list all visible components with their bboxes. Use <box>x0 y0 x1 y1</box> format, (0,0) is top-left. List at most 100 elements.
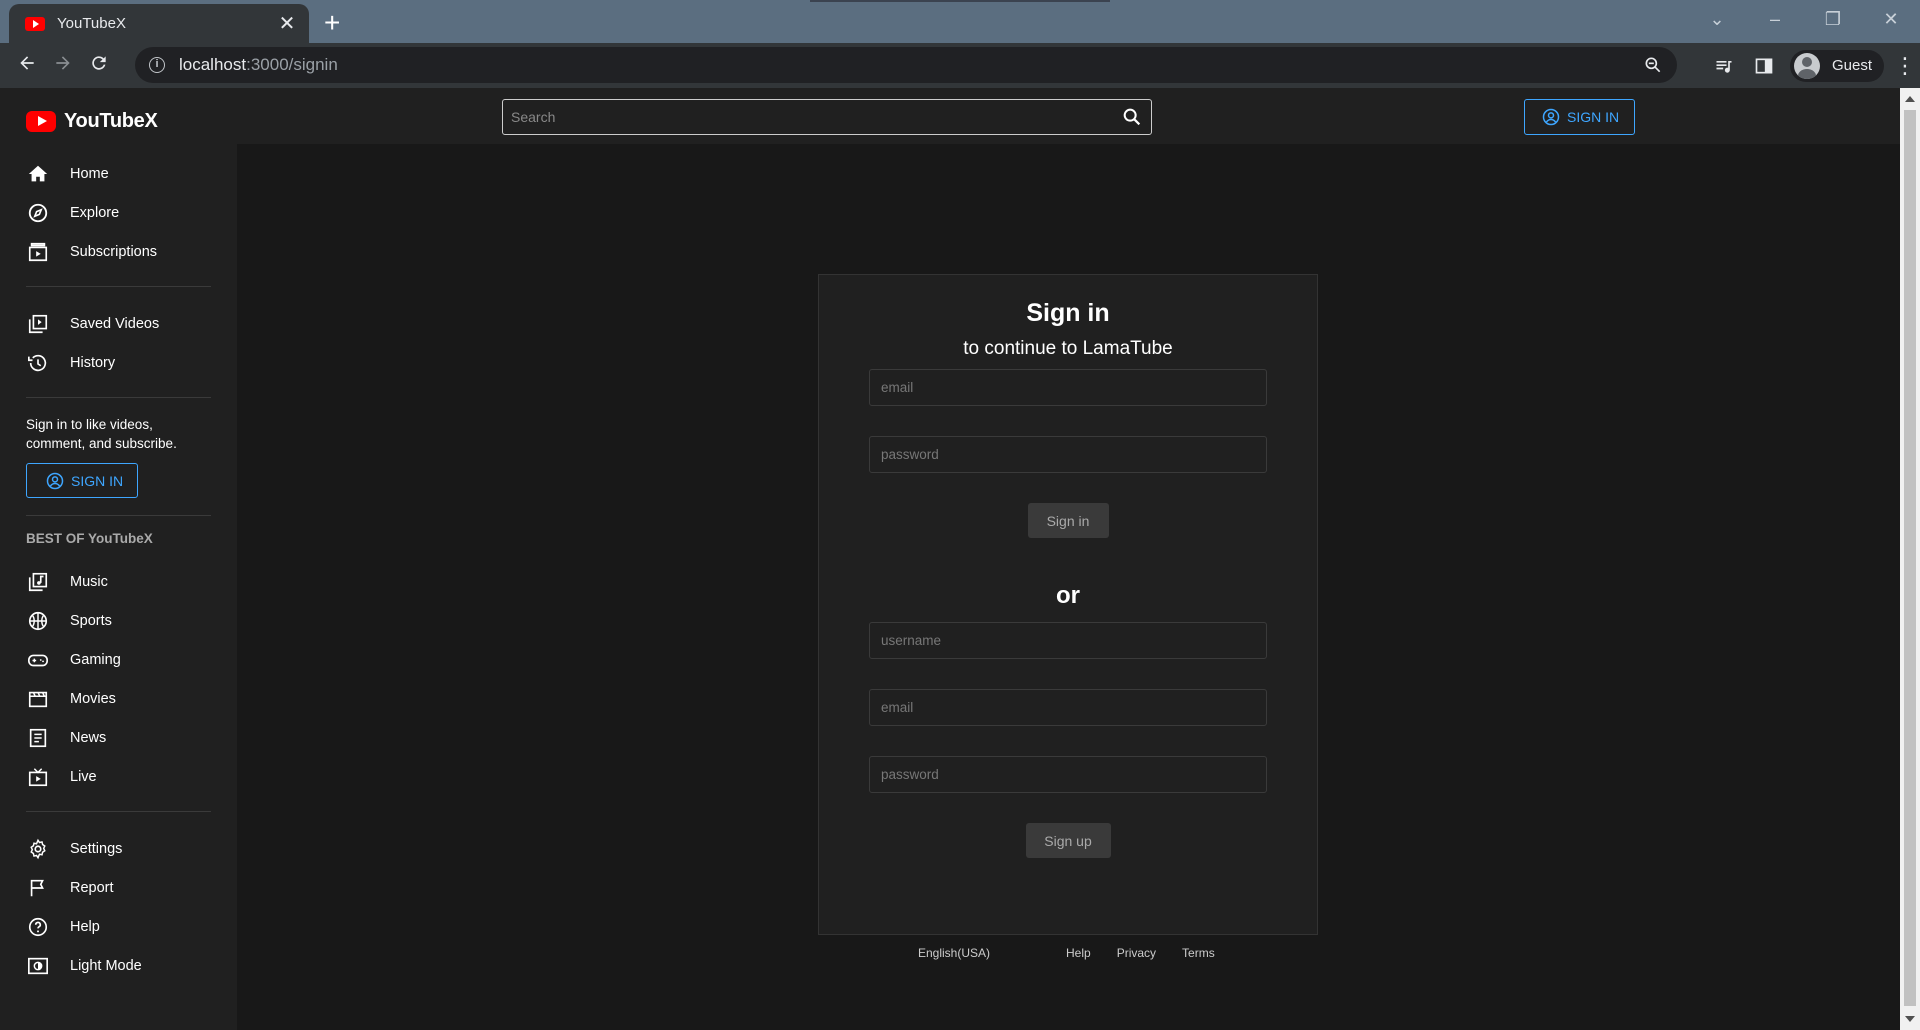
close-window-button[interactable]: ✕ <box>1862 0 1920 38</box>
sidebar-item-movies[interactable]: Movies <box>26 679 211 718</box>
sidebar-item-live[interactable]: Live <box>26 757 211 796</box>
reload-icon[interactable] <box>81 53 117 79</box>
signup-button[interactable]: Sign up <box>1025 823 1111 858</box>
youtube-logo-icon <box>26 110 56 132</box>
signin-footer: English(USA) Help Privacy Terms <box>918 946 1218 966</box>
account-circle-icon <box>46 472 64 489</box>
gamepad-icon <box>26 648 50 672</box>
sidebar-item-label: Saved Videos <box>70 315 160 332</box>
browser-tab-strip: YouTubeX ✕ + ⌄ – ❐ ✕ <box>0 0 1920 43</box>
profile-name: Guest <box>1831 57 1872 74</box>
sports-icon <box>26 609 50 633</box>
sidebar-divider <box>26 515 211 516</box>
page-scrollbar[interactable] <box>1900 88 1920 1030</box>
restore-button[interactable]: ❐ <box>1804 0 1862 38</box>
search-box[interactable] <box>502 99 1152 135</box>
scrollbar-thumb[interactable] <box>1904 110 1916 1006</box>
or-separator: or <box>1056 582 1080 609</box>
tab-title: YouTubeX <box>57 15 126 32</box>
logo[interactable]: YouTubeX <box>26 88 211 154</box>
sidebar-item-label: Movies <box>70 690 116 707</box>
logo-text: YouTubeX <box>64 109 158 132</box>
sidebar-item-news[interactable]: News <box>26 718 211 757</box>
sidebar-item-music[interactable]: Music <box>26 562 211 601</box>
tab-close-icon[interactable]: ✕ <box>277 11 297 36</box>
video-library-icon <box>26 312 50 336</box>
sidebar-item-subscriptions[interactable]: Subscriptions <box>26 232 211 271</box>
sidebar-signin-label: SIGN IN <box>71 472 124 489</box>
sidebar-divider <box>26 286 211 287</box>
sidebar-item-label: News <box>70 729 107 746</box>
footer-link-terms[interactable]: Terms <box>1182 946 1215 966</box>
back-arrow-icon[interactable] <box>9 53 45 79</box>
signin-password-field[interactable] <box>869 436 1267 473</box>
help-icon <box>26 915 50 939</box>
new-tab-button[interactable]: + <box>324 7 340 39</box>
compass-icon <box>26 201 50 225</box>
url-path: :3000/signin <box>246 55 338 74</box>
sidebar-item-history[interactable]: History <box>26 343 211 382</box>
home-icon <box>26 162 50 186</box>
sidebar-item-sports[interactable]: Sports <box>26 601 211 640</box>
signup-email-field[interactable] <box>869 689 1267 726</box>
footer-link-privacy[interactable]: Privacy <box>1117 946 1156 966</box>
scroll-down-arrow-icon[interactable] <box>1905 1016 1915 1022</box>
minimize-button[interactable]: – <box>1746 0 1804 38</box>
sidebar-signin-button[interactable]: SIGN IN <box>26 463 139 498</box>
profile-button[interactable]: Guest <box>1789 49 1884 82</box>
sidebar-item-label: Light Mode <box>70 957 142 974</box>
media-queue-icon[interactable] <box>1704 56 1744 76</box>
scroll-up-arrow-icon[interactable] <box>1905 96 1915 102</box>
signin-button[interactable]: Sign in <box>1027 503 1109 538</box>
sidebar-item-report[interactable]: Report <box>26 868 211 907</box>
sidebar-item-label: Music <box>70 573 108 590</box>
account-circle-icon <box>1542 108 1560 126</box>
sidebar-divider <box>26 811 211 812</box>
browser-tab[interactable]: YouTubeX ✕ <box>9 4 309 43</box>
sidebar-item-saved-videos[interactable]: Saved Videos <box>26 304 211 343</box>
youtube-favicon-icon <box>25 16 45 31</box>
window-controls: ⌄ – ❐ ✕ <box>1688 0 1920 38</box>
sidebar-item-label: Report <box>70 879 114 896</box>
music-library-icon <box>26 570 50 594</box>
signup-username-field[interactable] <box>869 622 1267 659</box>
gear-icon <box>26 837 50 861</box>
light-mode-icon <box>26 954 50 978</box>
subscriptions-icon <box>26 240 50 264</box>
signin-title: Sign in <box>1026 299 1110 327</box>
sidebar-item-explore[interactable]: Explore <box>26 193 211 232</box>
signup-password-field[interactable] <box>869 756 1267 793</box>
sidebar-item-label: Settings <box>70 840 123 857</box>
forward-arrow-icon[interactable] <box>45 53 81 79</box>
sidebar: YouTubeX Home Explore Subscriptions Save… <box>0 88 237 1030</box>
top-navbar: SIGN IN <box>237 88 1900 144</box>
sidebar-item-help[interactable]: Help <box>26 907 211 946</box>
tab-search-chevron-icon[interactable]: ⌄ <box>1688 0 1746 38</box>
more-menu-icon[interactable]: ⋮ <box>1890 53 1920 79</box>
browser-toolbar: i localhost:3000/signin Guest ⋮ <box>0 43 1920 88</box>
footer-links: Help Privacy Terms <box>1066 946 1215 966</box>
sidebar-item-label: Home <box>70 165 109 182</box>
sidebar-item-gaming[interactable]: Gaming <box>26 640 211 679</box>
sidebar-item-light-mode[interactable]: Light Mode <box>26 946 211 985</box>
search-input[interactable] <box>511 109 1121 125</box>
window-drag-indicator <box>810 0 1110 2</box>
search-icon[interactable] <box>1121 106 1143 128</box>
live-tv-icon <box>26 765 50 789</box>
signin-card: Sign in to continue to LamaTube Sign in … <box>818 274 1318 935</box>
footer-link-help[interactable]: Help <box>1066 946 1091 966</box>
sidebar-item-label: Live <box>70 768 97 785</box>
top-signin-button[interactable]: SIGN IN <box>1524 99 1636 135</box>
movie-icon <box>26 687 50 711</box>
sidebar-divider <box>26 397 211 398</box>
address-bar[interactable]: i localhost:3000/signin <box>135 47 1677 83</box>
zoom-icon[interactable] <box>1643 55 1663 80</box>
history-icon <box>26 351 50 375</box>
sidebar-item-home[interactable]: Home <box>26 154 211 193</box>
language-selector[interactable]: English(USA) <box>918 946 1066 966</box>
sidebar-item-settings[interactable]: Settings <box>26 829 211 868</box>
signin-email-field[interactable] <box>869 369 1267 406</box>
side-panel-icon[interactable] <box>1744 56 1784 76</box>
site-info-icon[interactable]: i <box>149 57 165 73</box>
app-root: SIGN IN YouTubeX Home Explore Subscripti… <box>0 88 1900 1030</box>
